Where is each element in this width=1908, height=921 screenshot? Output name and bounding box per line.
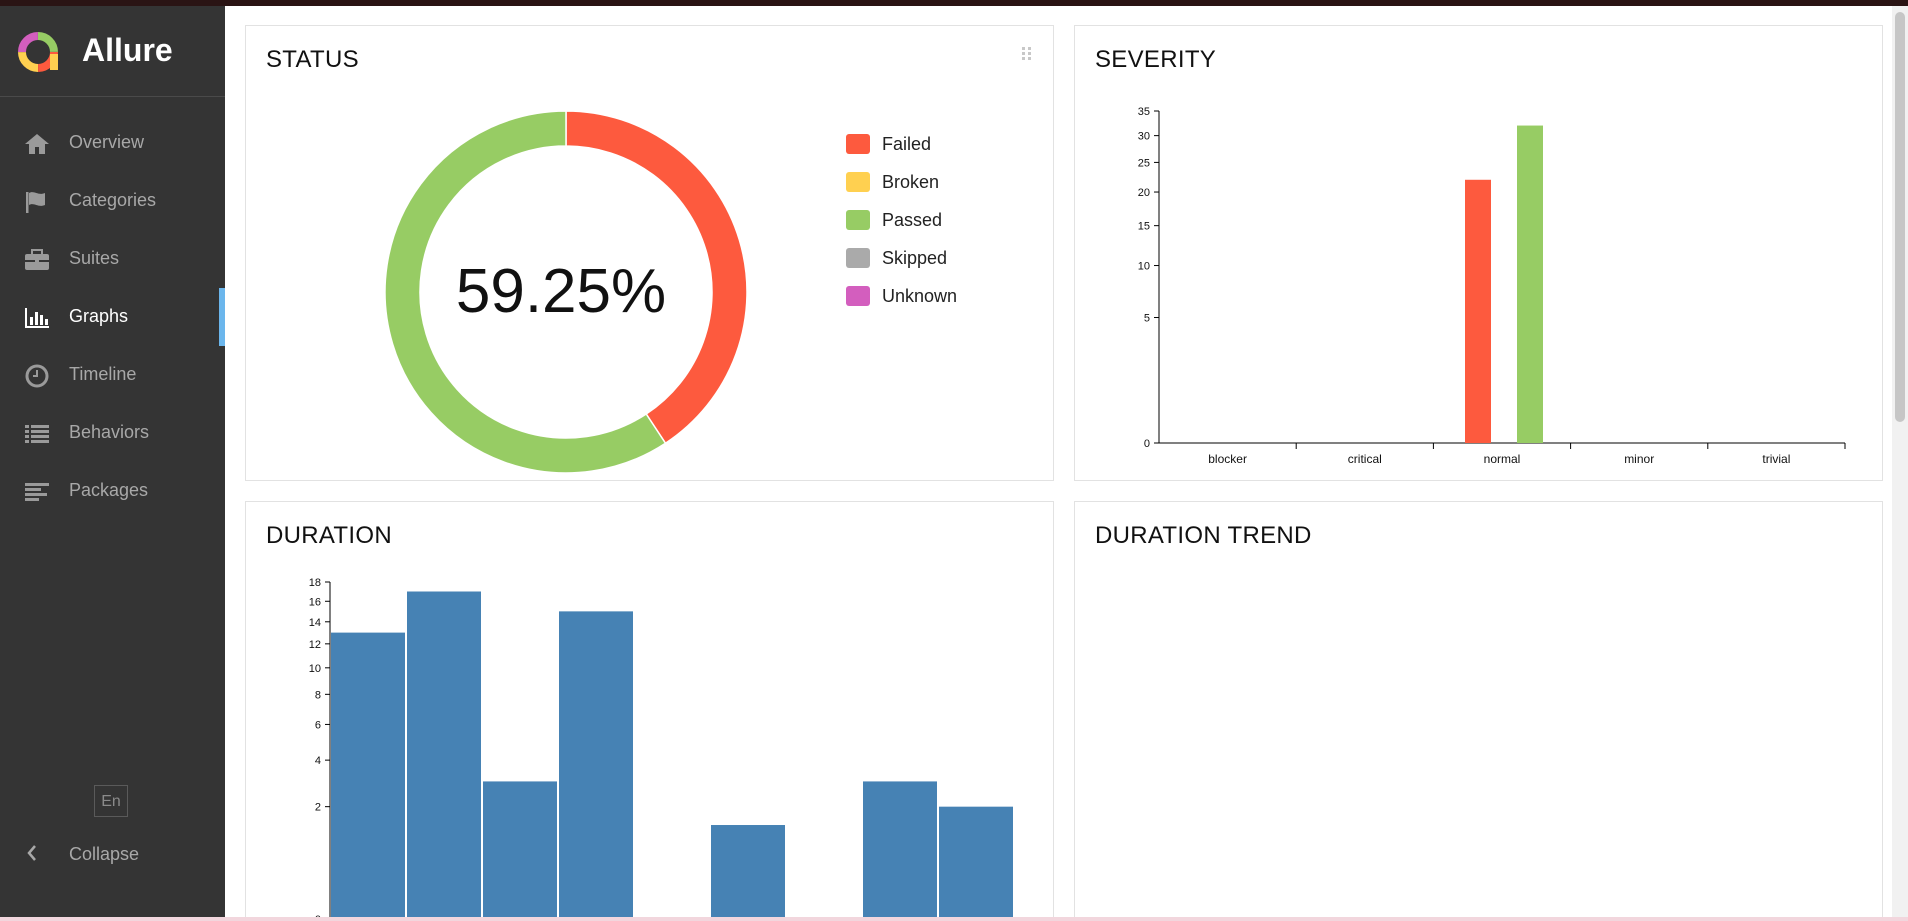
legend-swatch	[846, 210, 870, 230]
y-tick-label: 8	[315, 689, 321, 701]
sidebar-item-packages[interactable]: Packages	[0, 462, 225, 520]
sidebar-item-label: Categories	[69, 190, 157, 210]
sidebar-item-suites[interactable]: Suites	[0, 230, 225, 288]
sidebar-nav: Overview Categories Suites Graphs Timeli…	[0, 114, 225, 520]
duration-bar	[939, 806, 1013, 920]
chevron-left-icon	[26, 843, 38, 868]
sidebar-item-label: Timeline	[69, 364, 137, 384]
window-top-border	[0, 0, 1908, 6]
collapse-button[interactable]: Collapse	[0, 834, 225, 874]
sidebar-item-label: Packages	[69, 480, 149, 500]
y-tick-label: 0	[1144, 438, 1150, 450]
y-tick-label: 25	[1138, 157, 1150, 169]
panel-title: DURATION TREND	[1095, 522, 1312, 549]
legend-label: Passed	[882, 210, 943, 230]
duration-bar	[331, 632, 405, 920]
y-tick-label: 18	[309, 577, 321, 589]
severity-panel: SEVERITY 0 5 10 15 20 25 30 35 blocker critical no…	[1074, 25, 1883, 481]
collapse-label: Collapse	[69, 844, 140, 864]
y-tick-label: 2	[315, 802, 321, 814]
severity-bar-passed	[1517, 125, 1543, 444]
duration-panel: DURATION 024681012141618	[245, 501, 1054, 921]
legend-label: Skipped	[882, 248, 948, 268]
active-marker	[219, 288, 225, 346]
y-tick-label: 4	[315, 755, 321, 767]
duration-bar-chart: 024681012141618	[309, 577, 1013, 920]
duration-trend-panel: DURATION TREND	[1074, 501, 1883, 921]
x-tick-label: trivial	[1762, 452, 1790, 466]
language-button[interactable]: En	[94, 785, 128, 817]
briefcase-icon	[22, 247, 52, 273]
pass-rate-label: 59.25%	[455, 257, 667, 326]
y-tick-label: 14	[309, 617, 321, 629]
sidebar-item-graphs[interactable]: Graphs	[0, 288, 225, 346]
y-tick-label: 12	[309, 639, 321, 651]
legend-label: Broken	[882, 172, 940, 192]
align-left-icon	[22, 479, 52, 505]
status-panel: STATUS 59.25% Failed Broken Passed Skipp…	[245, 25, 1054, 481]
sidebar: Allure Overview Categories Suites Graphs	[0, 6, 225, 917]
legend-swatch	[846, 172, 870, 192]
legend-label: Unknown	[882, 286, 958, 306]
sidebar-item-timeline[interactable]: Timeline	[0, 346, 225, 404]
x-tick-label: normal	[1484, 452, 1521, 466]
sidebar-item-label: Graphs	[69, 306, 129, 326]
allure-logo-icon	[18, 32, 58, 72]
clock-icon	[22, 363, 52, 389]
severity-bar-failed	[1465, 179, 1491, 443]
sidebar-item-label: Overview	[69, 132, 145, 152]
sidebar-item-behaviors[interactable]: Behaviors	[0, 404, 225, 462]
app-name: Allure	[82, 32, 173, 68]
legend-swatch	[846, 286, 870, 306]
sidebar-item-categories[interactable]: Categories	[0, 172, 225, 230]
sidebar-item-overview[interactable]: Overview	[0, 114, 225, 172]
home-icon	[22, 131, 52, 157]
list-icon	[22, 421, 52, 447]
duration-bar	[863, 781, 937, 920]
sidebar-item-label: Behaviors	[69, 422, 150, 442]
y-tick-label: 35	[1138, 106, 1150, 118]
x-tick-label: blocker	[1208, 452, 1247, 466]
brand[interactable]: Allure	[0, 6, 225, 97]
flag-icon	[22, 189, 52, 215]
y-tick-label: 5	[1144, 313, 1150, 325]
legend-swatch	[846, 134, 870, 154]
y-tick-label: 20	[1138, 187, 1150, 199]
duration-bar	[559, 611, 633, 920]
x-tick-label: critical	[1348, 452, 1382, 466]
duration-bar	[483, 781, 557, 920]
duration-bar	[711, 825, 785, 920]
y-tick-label: 15	[1138, 221, 1150, 233]
legend-swatch	[846, 248, 870, 268]
legend-label: Failed	[882, 134, 932, 154]
y-tick-label: 6	[315, 719, 321, 731]
bar-chart-icon	[22, 305, 52, 331]
y-tick-label: 30	[1138, 131, 1150, 143]
sidebar-item-label: Suites	[69, 248, 120, 268]
y-tick-label: 10	[309, 663, 321, 675]
x-tick-label: minor	[1624, 452, 1654, 466]
scrollbar-thumb[interactable]	[1895, 12, 1905, 422]
scrollbar-track[interactable]	[1892, 6, 1908, 917]
y-tick-label: 16	[309, 596, 321, 608]
y-tick-label: 10	[1138, 261, 1150, 273]
window-bottom-border	[0, 917, 1908, 921]
severity-bar-chart: 0 5 10 15 20 25 30 35 blocker critical normal minor…	[1138, 106, 1846, 466]
duration-bar	[407, 591, 481, 920]
